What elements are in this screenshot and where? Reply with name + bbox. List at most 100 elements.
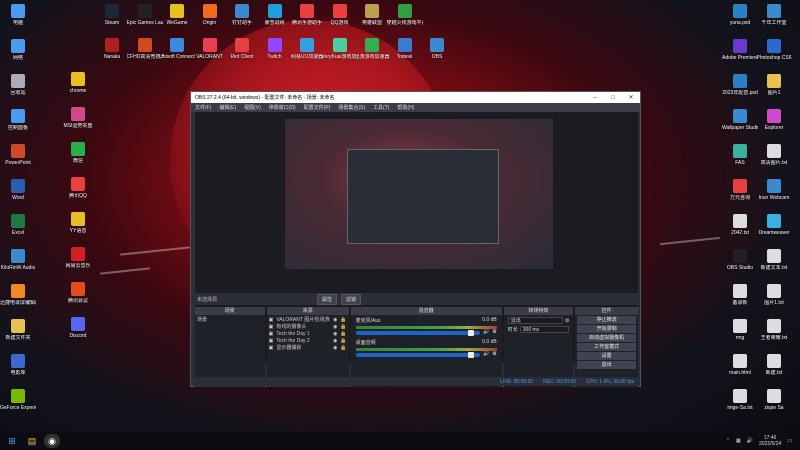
tray-icon[interactable]: ⌃ [726,438,730,444]
desktop-shortcut[interactable]: ziqse Sa [756,389,792,411]
maximize-icon[interactable]: □ [604,95,622,101]
desktop-shortcut[interactable]: Epic Games Launcher [127,4,163,26]
desktop-shortcut[interactable]: 回收站 [0,74,36,96]
desktop-shortcut[interactable]: 迅捷电录屏编辑器 [0,284,36,306]
control-button[interactable]: 开始录制 [577,325,636,333]
desktop-shortcut[interactable]: Todesk [387,38,423,60]
properties-button[interactable]: 属性 [317,293,338,305]
desktop-shortcut[interactable]: 网易云音乐 [60,247,96,269]
preview-canvas[interactable] [285,119,553,269]
lock-icon[interactable]: 🔒 [340,324,346,330]
control-button[interactable]: 退出 [577,361,636,369]
source-item[interactable]: ▣ VALORANT 图片检测游戏 ◉ 🔒 [269,316,347,324]
desktop-shortcut[interactable]: Wallpaper Studio [722,109,758,131]
network-icon[interactable]: ▦ [736,438,741,444]
desktop-shortcut[interactable]: 2042.txt [722,214,758,236]
close-icon[interactable]: ✕ [622,94,640,101]
control-button[interactable]: 停止推流 [577,316,636,324]
slider-knob[interactable] [468,352,475,358]
source-item[interactable]: ▣ 有线的摄像头 ◉ 🔒 [269,323,347,331]
desktop-shortcut[interactable]: Word [0,179,36,201]
obs-titlebar[interactable]: OBS 27.2.4 (64-bit, windows) - 配置文件: 未命名… [191,92,640,103]
desktop-shortcut[interactable]: Discord [60,317,96,339]
scene-item[interactable]: 场景 [197,316,263,323]
desktop-shortcut[interactable]: main.html [722,354,758,376]
speaker-icon[interactable]: 🔊 [483,329,489,335]
desktop-shortcut[interactable]: 图片1.txt [756,284,792,306]
desktop-shortcut[interactable]: WeGame [159,4,195,26]
source-item[interactable]: ▣ Tech the Day 1 ◉ 🔒 [269,330,347,337]
desktop-shortcut[interactable]: 网络 [0,39,36,61]
speaker-icon[interactable]: 🔊 [483,351,489,357]
desktop-shortcut[interactable]: VALORANT [192,38,228,60]
desktop-shortcut[interactable]: 腾讯手游助手 [289,4,325,26]
desktop-shortcut[interactable]: 英雄联盟 [354,4,390,26]
desktop-shortcut[interactable]: 穿越火线游戏平台 [387,4,423,26]
visibility-icon[interactable]: ◉ [333,317,337,323]
menu-item[interactable]: 编辑(E) [219,104,236,111]
desktop-shortcut[interactable]: 电脑 [0,4,36,26]
desktop-shortcut[interactable]: Iriun Webcam [756,179,792,201]
desktop-shortcut[interactable]: 万元咨询 [722,179,758,201]
desktop-shortcut[interactable]: chrome [60,72,96,94]
gear-icon[interactable]: ⚙ [492,351,496,357]
visibility-icon[interactable]: ◉ [333,331,337,337]
lock-icon[interactable]: 🔒 [340,331,346,337]
desktop-shortcut[interactable]: GeForce Experience [0,389,36,411]
desktop-shortcut[interactable]: 新建.txt [756,354,792,376]
source-item[interactable]: ▣ Tech the Day 2 ◉ 🔒 [269,337,347,344]
desktop-shortcut[interactable]: 王者荣耀.txt [756,319,792,341]
lock-icon[interactable]: 🔒 [340,317,346,323]
gear-icon[interactable]: ⚙ [565,318,569,324]
desktop-shortcut[interactable]: Ubisoft Connect [159,38,195,60]
desktop-shortcut[interactable]: KiloRinW Audio [0,249,36,271]
desktop-shortcut[interactable]: yuna.psd [722,4,758,26]
desktop-shortcut[interactable]: 腾讯会议 [60,282,96,304]
desktop-shortcut[interactable]: CFHD高清竞技大区 [127,38,163,60]
notification-icon[interactable]: ▭ [787,438,792,444]
obs-window[interactable]: OBS 27.2.4 (64-bit, windows) - 配置文件: 未命名… [190,91,641,387]
desktop-shortcut[interactable]: 千年工作室 [756,4,792,26]
visibility-icon[interactable]: ◉ [333,345,337,351]
menu-item[interactable]: 视图(V) [244,104,261,111]
menu-item[interactable]: 停靠窗口(D) [269,104,296,111]
desktop-shortcut[interactable]: FAS [722,144,758,166]
lock-icon[interactable]: 🔒 [340,338,346,344]
volume-slider[interactable] [355,330,481,336]
desktop-shortcut[interactable]: 迅游游戏加速器 [354,38,390,60]
obs-taskbar-icon[interactable]: ◉ [44,434,60,448]
minimize-icon[interactable]: – [586,95,604,101]
desktop-shortcut[interactable]: 图片1 [756,74,792,96]
lock-icon[interactable]: 🔒 [340,345,346,351]
desktop-shortcut[interactable]: MSI运势实盘 [60,107,96,129]
desktop-shortcut[interactable]: Steam [94,4,130,26]
control-button[interactable]: 工作室模式 [577,343,636,351]
desktop-shortcut[interactable]: Photoshop CS6 [756,39,792,61]
desktop-shortcut[interactable]: Origin [192,4,228,26]
desktop-shortcut[interactable]: Explorer [756,109,792,131]
menu-item[interactable]: 文件(F) [195,104,211,111]
visibility-icon[interactable]: ◉ [333,324,337,330]
clock[interactable]: 17:46 2022/5/24 [759,435,781,447]
windows-start-icon[interactable]: ⊞ [4,434,20,448]
desktop-shortcut[interactable]: OBS [419,38,455,60]
duration-input[interactable]: 300 ms [519,326,570,333]
obs-preview-area[interactable]: 未选择源 属性 滤镜 场景 场景 +− ⌃⌄ 来源 ▣VALO [195,112,638,387]
desktop-shortcut[interactable]: 新建文本.txt [756,249,792,271]
slider-knob[interactable] [468,330,475,336]
source-item[interactable]: ▣ 显示器捕获 ◉ 🔒 [269,344,347,352]
desktop-shortcut[interactable]: imge-Sa.txt [722,389,758,411]
desktop-shortcut[interactable]: VeryKuai游戏加速器 [322,38,358,60]
desktop-shortcut[interactable]: 2023年配音.psd [722,74,758,96]
desktop-shortcut[interactable]: 备录新 [722,284,758,306]
desktop-shortcut[interactable]: Dreamweaver [756,214,792,236]
desktop-shortcut[interactable]: 网易UU加速器 [289,38,325,60]
desktop-shortcut[interactable]: 电影库 [0,354,36,376]
control-button[interactable]: 启动虚拟摄像机 [577,334,636,342]
explorer-icon[interactable]: ▤ [24,434,40,448]
menu-item[interactable]: 帮助(H) [397,104,414,111]
menu-item[interactable]: 工具(T) [373,104,389,111]
desktop-shortcut[interactable]: 暴雪战网 [257,4,293,26]
desktop-shortcut[interactable]: YY语音 [60,212,96,234]
menu-item[interactable]: 配置文件(P) [304,104,331,111]
